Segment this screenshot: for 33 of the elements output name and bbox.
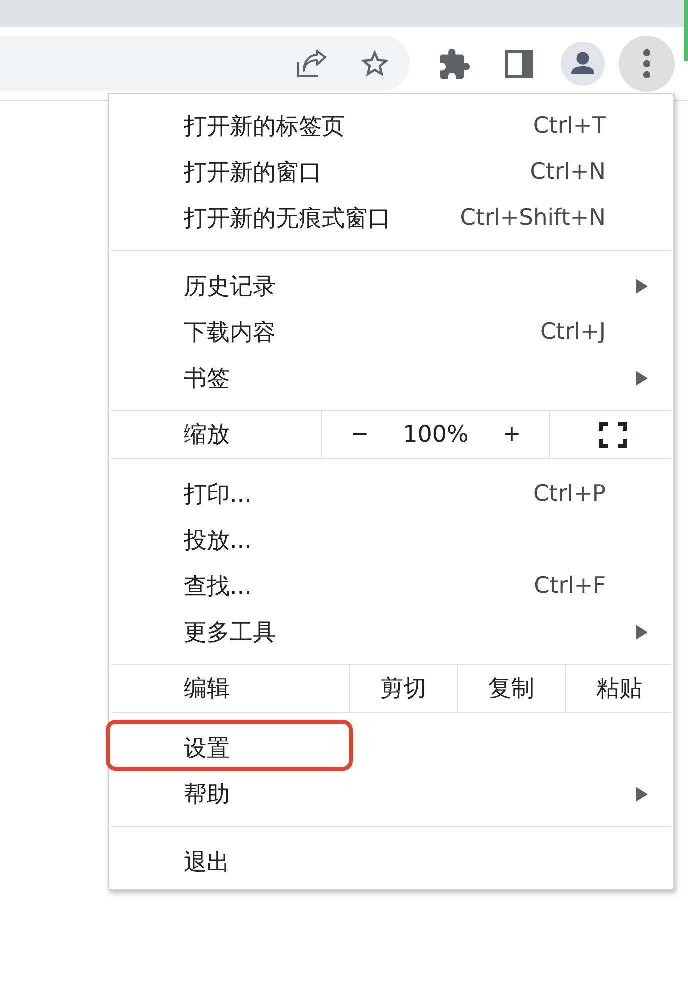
fullscreen-icon — [598, 422, 626, 448]
menu-item[interactable]: 帮助 — [109, 771, 673, 817]
menu-item[interactable]: 投放... — [109, 517, 673, 563]
puzzle-icon[interactable] — [440, 48, 470, 78]
menu-item[interactable]: 历史记录 — [109, 263, 673, 309]
menu-item[interactable]: 下载内容 Ctrl+J — [109, 309, 673, 355]
address-field[interactable] — [0, 36, 410, 91]
side-panel-icon[interactable] — [505, 50, 533, 78]
menu-item[interactable]: 更多工具 — [109, 609, 673, 655]
menu-item[interactable]: 退出 — [109, 839, 673, 885]
shortcut-text: Ctrl+J — [540, 319, 606, 345]
menu-item[interactable]: 查找... Ctrl+F — [109, 563, 673, 609]
shortcut-text: Ctrl+N — [530, 159, 606, 185]
zoom-out-button[interactable]: − — [322, 411, 398, 458]
zoom-label: 缩放 — [183, 421, 231, 450]
vertical-dots-icon — [643, 48, 651, 78]
menu-item[interactable]: 打开新的标签页 Ctrl+T — [109, 103, 673, 149]
menu-item[interactable]: 打开新的窗口 Ctrl+N — [109, 149, 673, 195]
edit-label: 编辑 — [183, 675, 231, 704]
edge-strip — [684, 0, 688, 61]
menu-item[interactable]: 打印... Ctrl+P — [109, 471, 673, 517]
menu-item[interactable]: 书签 — [109, 355, 673, 401]
zoom-level-text: 100% — [402, 422, 470, 448]
shortcut-text: Ctrl+T — [533, 113, 606, 139]
menu-item[interactable]: 打开新的无痕式窗口 Ctrl+Shift+N — [109, 195, 673, 241]
shortcut-text: Ctrl+F — [534, 573, 606, 599]
shortcut-text: Ctrl+P — [534, 481, 606, 507]
zoom-in-button[interactable]: + — [474, 411, 550, 458]
share-icon[interactable] — [297, 50, 327, 78]
menu-item[interactable]: 设置 — [109, 725, 673, 771]
star-icon[interactable] — [361, 50, 389, 77]
avatar-icon[interactable] — [561, 42, 605, 86]
shortcut-text: Ctrl+Shift+N — [460, 205, 606, 231]
